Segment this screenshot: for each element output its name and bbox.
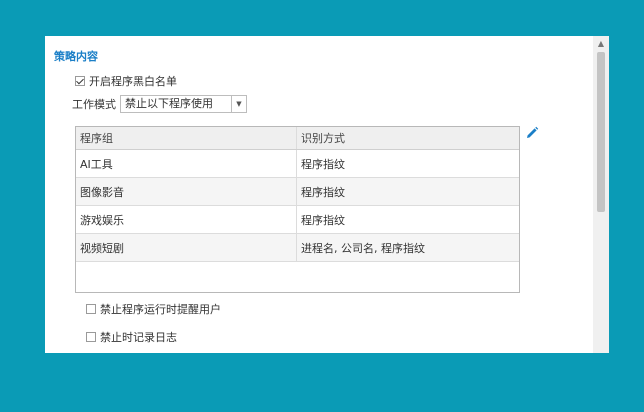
section-title: 策略内容 [54, 50, 98, 63]
row-method: 程序指纹 [301, 213, 345, 227]
row-group: 视频短剧 [76, 234, 297, 261]
program-group-table: 程序组 识别方式 AI工具 程序指纹 图像影音 程序指纹 游戏娱乐 程序指纹 视… [75, 126, 520, 293]
blacklist-checkbox[interactable] [75, 76, 85, 86]
table-row[interactable]: 游戏娱乐 程序指纹 [76, 206, 519, 234]
table-row[interactable]: 视频短剧 进程名, 公司名, 程序指纹 [76, 234, 519, 262]
row-method: 程序指纹 [301, 185, 345, 199]
scroll-thumb[interactable] [597, 52, 605, 212]
notify-user-option[interactable]: 禁止程序运行时提醒用户 [86, 301, 221, 317]
mode-select-value: 禁止以下程序使用 [125, 97, 213, 110]
row-group: AI工具 [76, 150, 297, 177]
log-label: 禁止时记录日志 [100, 331, 177, 344]
blacklist-toggle[interactable]: 开启程序黑白名单 [75, 73, 177, 89]
row-method: 进程名, 公司名, 程序指纹 [301, 241, 425, 255]
log-option[interactable]: 禁止时记录日志 [86, 329, 177, 345]
log-checkbox[interactable] [86, 332, 96, 342]
mode-label: 工作模式 [72, 98, 116, 111]
row-group: 图像影音 [76, 178, 297, 205]
column-header-method[interactable]: 识别方式 [297, 127, 519, 149]
column-header-group[interactable]: 程序组 [76, 127, 297, 149]
chevron-down-icon[interactable]: ▼ [231, 96, 246, 112]
table-header: 程序组 识别方式 [76, 127, 519, 150]
table-row[interactable]: 图像影音 程序指纹 [76, 178, 519, 206]
blacklist-label: 开启程序黑白名单 [89, 75, 177, 88]
row-group: 游戏娱乐 [76, 206, 297, 233]
chevron-up-icon[interactable]: ▲ [593, 36, 609, 50]
pencil-icon[interactable] [525, 126, 539, 140]
policy-panel: 策略内容 开启程序黑白名单 工作模式 禁止以下程序使用 ▼ 程序组 识别方式 A… [45, 36, 609, 353]
vertical-scrollbar[interactable]: ▲ [593, 36, 609, 353]
notify-user-label: 禁止程序运行时提醒用户 [100, 303, 221, 316]
mode-row: 工作模式 禁止以下程序使用 ▼ [72, 95, 247, 113]
row-method: 程序指纹 [301, 157, 345, 171]
mode-select[interactable]: 禁止以下程序使用 ▼ [120, 95, 247, 113]
notify-user-checkbox[interactable] [86, 304, 96, 314]
table-row[interactable]: AI工具 程序指纹 [76, 150, 519, 178]
